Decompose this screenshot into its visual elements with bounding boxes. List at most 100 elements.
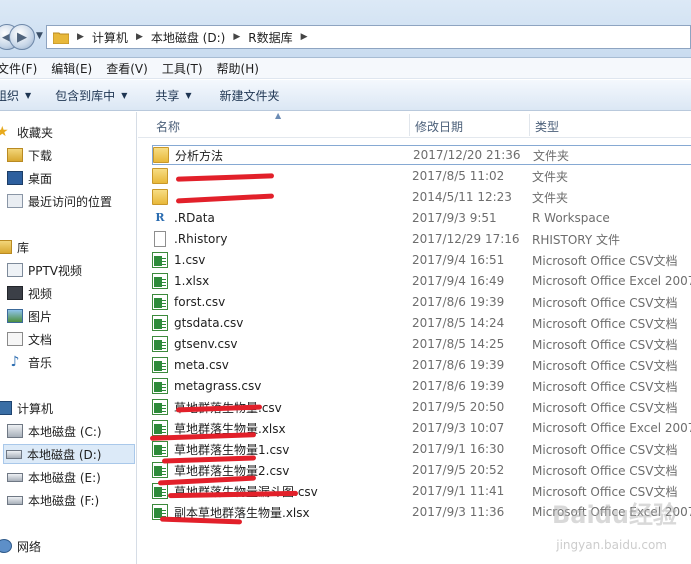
file-type: Microsoft Office CSV文档 [532,379,678,394]
breadcrumb-r-database[interactable]: R数据库 [248,29,292,46]
column-divider[interactable] [409,114,410,136]
nav-label: 文档 [28,332,53,347]
file-name: 1.csv [174,253,206,267]
file-modified-date: 2014/5/11 12:23 [412,190,512,204]
nav-label: 音乐 [28,355,53,370]
nav-drive-d[interactable]: 本地磁盘 (D:) [3,444,135,464]
nav-network[interactable]: 网络 [0,536,41,556]
file-name: .Rhistory [174,232,228,246]
baidu-jingyan-watermark: Baidu经验 [552,501,677,529]
menu-file[interactable]: 文件(F) [0,60,37,77]
chevron-right-icon[interactable]: ▶ [233,32,240,42]
file-type: Microsoft Office CSV文档 [532,253,678,268]
network-icon [0,539,12,553]
file-name: gtsenv.csv [174,337,238,351]
file-name: 1.xlsx [174,274,210,288]
file-row[interactable]: gtsenv.csv 2017/8/5 14:25 Microsoft Office… [152,334,691,354]
file-row[interactable]: 分析方法 2017/12/20 21:36 文件夹 [152,145,691,165]
file-row[interactable]: gtsdata.csv 2017/8/5 14:24 Microsoft Offic… [152,313,691,333]
watermark-url: jingyan.baidu.com [556,538,667,552]
file-name: forst.csv [174,295,226,309]
address-bar[interactable]: ▶ 计算机 ▶ 本地磁盘 (D:) ▶ R数据库 ▶ [46,25,691,49]
column-divider[interactable] [529,114,530,136]
file-type: Microsoft Office CSV文档 [532,442,678,457]
desktop-icon [7,171,23,185]
nav-label: 本地磁盘 (D:) [27,447,102,462]
chevron-right-icon[interactable]: ▶ [77,32,84,42]
chevron-right-icon[interactable]: ▶ [301,32,308,42]
csv-icon [152,378,168,394]
nav-label: 网络 [17,539,42,554]
nav-documents[interactable]: 文档 [7,329,52,349]
file-row[interactable]: .Rhistory 2017/12/29 17:16 RHISTORY 文件 [152,229,691,249]
menu-help[interactable]: 帮助(H) [217,60,259,77]
csv-icon [152,336,168,352]
include-in-library-button[interactable]: 包含到库中 ▼ [55,87,127,104]
nav-drive-f[interactable]: 本地磁盘 (F:) [7,490,99,510]
excel-icon [152,273,168,289]
csv-icon [152,441,168,457]
column-type-header[interactable]: 类型 [535,118,559,135]
breadcrumb-drive-d[interactable]: 本地磁盘 (D:) [151,29,225,46]
command-bar: 组织 ▼ 包含到库中 ▼ 共享 ▼ 新建文件夹 [0,80,691,111]
menu-view[interactable]: 查看(V) [106,60,148,77]
share-button[interactable]: 共享 ▼ [155,87,191,104]
nav-label: 下载 [28,148,53,163]
file-type: RHISTORY 文件 [532,232,621,247]
forward-button[interactable]: ▶ [9,24,35,50]
file-row[interactable]: meta.csv 2017/8/6 19:39 Microsoft Office C… [152,355,691,375]
file-type: Microsoft Office CSV文档 [532,337,678,352]
nav-label: 计算机 [17,401,54,416]
nav-videos[interactable]: 视频 [7,283,52,303]
file-modified-date: 2017/8/6 19:39 [412,295,505,309]
nav-recent-places[interactable]: 最近访问的位置 [7,191,112,211]
navigation-pane: ★ 收藏夹 下载 桌面 最近访问的位置 库 PPTV视频 视频 图片 文档 ♪ … [0,112,137,564]
nav-pptv-videos[interactable]: PPTV视频 [7,260,82,280]
nav-drive-c[interactable]: 本地磁盘 (C:) [7,421,102,441]
documents-icon [7,332,23,346]
file-type: 文件夹 [533,148,570,163]
nav-computer[interactable]: 计算机 [0,398,53,418]
file-modified-date: 2017/8/5 14:25 [412,337,505,351]
file-modified-date: 2017/9/3 10:07 [412,421,505,435]
file-type: Microsoft Office CSV文档 [532,358,678,373]
menu-tools[interactable]: 工具(T) [162,60,203,77]
file-type: R Workspace [532,211,610,225]
chevron-down-icon: ▼ [25,90,32,100]
organize-button[interactable]: 组织 ▼ [0,87,31,104]
include-in-library-label: 包含到库中 [55,88,116,103]
csv-icon [152,399,168,415]
menu-edit[interactable]: 编辑(E) [51,60,92,77]
computer-icon [0,401,12,415]
library-icon [0,240,12,254]
nav-label: PPTV视频 [28,263,83,278]
breadcrumb-computer[interactable]: 计算机 [92,29,128,46]
file-row[interactable]: forst.csv 2017/8/6 19:39 Microsoft Office … [152,292,691,312]
share-label: 共享 [155,88,180,103]
hard-drive-icon [7,472,23,482]
nav-favorites[interactable]: ★ 收藏夹 [0,122,53,142]
file-type: 文件夹 [532,190,569,205]
file-row[interactable]: 1.xlsx 2017/9/4 16:49 Microsoft Office Exc… [152,271,691,291]
column-name-header[interactable]: 名称 [156,118,180,135]
star-icon: ★ [0,125,12,139]
nav-drive-e[interactable]: 本地磁盘 (E:) [7,467,101,487]
file-row[interactable]: metagrass.csv 2017/8/6 19:39 Microsoft Off… [152,376,691,396]
nav-downloads[interactable]: 下载 [7,145,52,165]
file-type: 文件夹 [532,169,569,184]
recent-pages-dropdown-icon[interactable]: ▼ [36,31,43,41]
nav-music[interactable]: ♪ 音乐 [7,352,52,372]
file-row[interactable]: R .RData 2017/9/3 9:51 R Workspace [152,208,691,228]
chevron-right-icon[interactable]: ▶ [136,32,143,42]
film-icon [7,286,23,300]
nav-pictures[interactable]: 图片 [7,306,52,326]
file-row[interactable]: 1.csv 2017/9/4 16:51 Microsoft Office CSV文… [152,250,691,270]
hard-drive-icon [6,449,22,459]
file-modified-date: 2017/9/1 11:41 [412,484,505,498]
new-folder-button[interactable]: 新建文件夹 [220,87,280,104]
nav-libraries[interactable]: 库 [0,237,29,257]
column-modified-header[interactable]: 修改日期 [415,118,463,135]
chevron-down-icon: ▼ [121,90,128,100]
nav-desktop[interactable]: 桌面 [7,168,52,188]
file-modified-date: 2017/12/29 17:16 [412,232,520,246]
